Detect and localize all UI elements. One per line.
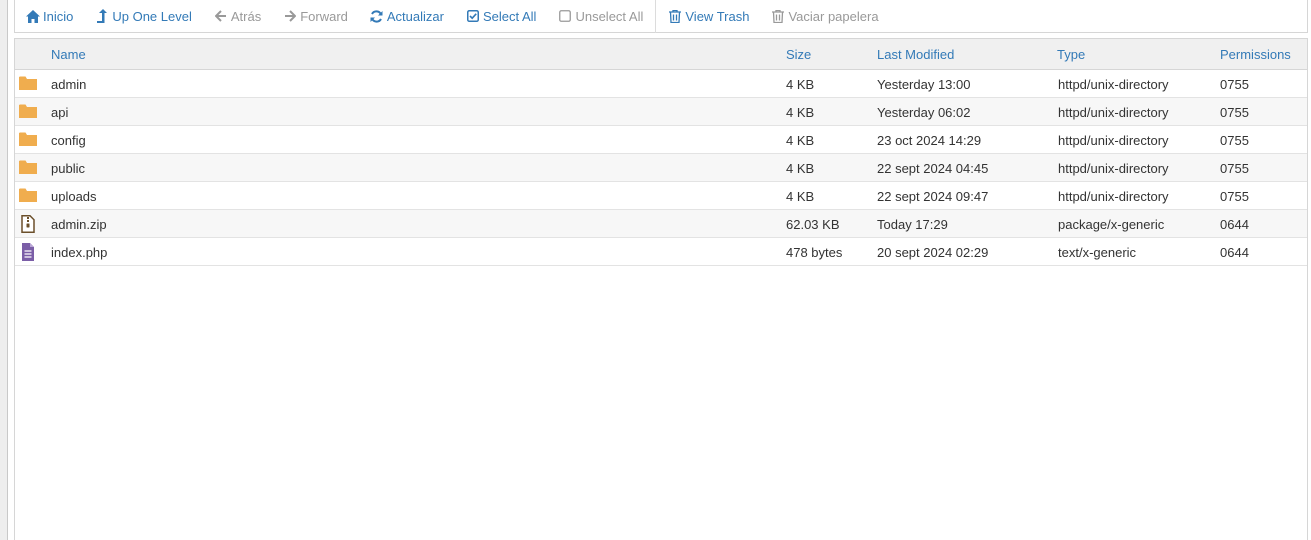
file-size: 478 bytes	[786, 245, 843, 260]
file-name: index.php	[51, 245, 108, 260]
file-last-modified: 20 sept 2024 02:29	[877, 245, 989, 260]
view-trash-button[interactable]: View Trash	[668, 0, 771, 32]
home-icon	[26, 9, 40, 23]
file-permissions: 0755	[1220, 161, 1249, 176]
left-panel-edge	[0, 0, 8, 540]
file-name: config	[51, 133, 86, 148]
column-header-type[interactable]: Type	[1057, 47, 1085, 62]
folder-icon	[19, 103, 37, 121]
up-one-level-label: Up One Level	[112, 8, 192, 24]
table-row[interactable]: public 4 KB 22 sept 2024 04:45 httpd/uni…	[15, 154, 1307, 182]
arrow-right-icon	[283, 9, 297, 23]
file-type: httpd/unix-directory	[1058, 133, 1169, 148]
file-type: httpd/unix-directory	[1058, 105, 1169, 120]
file-size: 4 KB	[786, 77, 815, 92]
table-row[interactable]: index.php 478 bytes 20 sept 2024 02:29 t…	[15, 238, 1307, 266]
unselect-all-button[interactable]: Unselect All	[558, 0, 665, 32]
file-last-modified: 23 oct 2024 14:29	[877, 133, 982, 148]
file-type: httpd/unix-directory	[1058, 189, 1169, 204]
home-button[interactable]: Inicio	[26, 0, 95, 32]
column-header-name[interactable]: Name	[51, 47, 86, 62]
text-file-icon	[19, 243, 37, 261]
table-row[interactable]: api 4 KB Yesterday 06:02 httpd/unix-dire…	[15, 98, 1307, 126]
file-name: admin.zip	[51, 217, 107, 232]
column-header-size[interactable]: Size	[786, 47, 811, 62]
file-permissions: 0755	[1220, 105, 1249, 120]
forward-label: Forward	[300, 8, 348, 24]
file-name: api	[51, 105, 69, 120]
level-up-icon	[95, 9, 109, 23]
file-size: 4 KB	[786, 161, 815, 176]
table-body: admin 4 KB Yesterday 13:00 httpd/unix-di…	[15, 70, 1307, 266]
file-last-modified: Yesterday 06:02	[877, 105, 971, 120]
arrow-left-icon	[214, 9, 228, 23]
file-last-modified: 22 sept 2024 09:47	[877, 189, 989, 204]
reload-button[interactable]: Actualizar	[370, 0, 466, 32]
folder-icon	[19, 131, 37, 149]
table-row[interactable]: admin 4 KB Yesterday 13:00 httpd/unix-di…	[15, 70, 1307, 98]
zip-file-icon	[19, 215, 37, 233]
forward-button[interactable]: Forward	[283, 0, 370, 32]
toolbar-divider	[655, 0, 657, 33]
table-row[interactable]: config 4 KB 23 oct 2024 14:29 httpd/unix…	[15, 126, 1307, 154]
home-label: Inicio	[43, 8, 74, 24]
empty-trash-button[interactable]: Vaciar papelera	[771, 0, 900, 32]
file-permissions: 0755	[1220, 133, 1249, 148]
trash-icon	[771, 9, 785, 23]
file-last-modified: Yesterday 13:00	[877, 77, 971, 92]
folder-icon	[19, 75, 37, 93]
file-permissions: 0755	[1220, 189, 1249, 204]
file-table: Name Size Last Modified Type Permissions…	[14, 38, 1308, 540]
unselect-all-label: Unselect All	[575, 8, 644, 24]
file-name: admin	[51, 77, 87, 92]
back-label: Atrás	[230, 8, 262, 24]
column-header-last-modified[interactable]: Last Modified	[877, 47, 954, 62]
file-size: 4 KB	[786, 133, 815, 148]
file-permissions: 0644	[1220, 217, 1249, 232]
file-type: package/x-generic	[1058, 217, 1165, 232]
empty-box-icon	[558, 9, 572, 23]
file-size: 4 KB	[786, 105, 815, 120]
file-type: text/x-generic	[1058, 245, 1137, 260]
file-last-modified: Today 17:29	[877, 217, 948, 232]
reload-label: Actualizar	[386, 8, 444, 24]
column-header-permissions[interactable]: Permissions	[1220, 47, 1291, 62]
empty-trash-label: Vaciar papelera	[788, 8, 879, 24]
select-all-label: Select All	[482, 8, 537, 24]
file-permissions: 0755	[1220, 77, 1249, 92]
file-name: uploads	[51, 189, 97, 204]
trash-icon	[668, 9, 682, 23]
file-name: public	[51, 161, 85, 176]
select-all-button[interactable]: Select All	[466, 0, 558, 32]
file-type: httpd/unix-directory	[1058, 77, 1169, 92]
table-header: Name Size Last Modified Type Permissions	[15, 39, 1307, 70]
folder-icon	[19, 159, 37, 177]
view-trash-label: View Trash	[685, 8, 750, 24]
table-row[interactable]: uploads 4 KB 22 sept 2024 09:47 httpd/un…	[15, 182, 1307, 210]
file-type: httpd/unix-directory	[1058, 161, 1169, 176]
table-row[interactable]: admin.zip 62.03 KB Today 17:29 package/x…	[15, 210, 1307, 238]
up-one-level-button[interactable]: Up One Level	[95, 0, 214, 32]
refresh-icon	[370, 9, 384, 23]
folder-icon	[19, 187, 37, 205]
checked-box-icon	[466, 9, 480, 23]
back-button[interactable]: Atrás	[214, 0, 283, 32]
file-last-modified: 22 sept 2024 04:45	[877, 161, 989, 176]
file-size: 4 KB	[786, 189, 815, 204]
file-toolbar: Inicio Up One Level Atrás Forward Actual…	[14, 0, 1308, 33]
file-permissions: 0644	[1220, 245, 1249, 260]
file-size: 62.03 KB	[786, 217, 840, 232]
